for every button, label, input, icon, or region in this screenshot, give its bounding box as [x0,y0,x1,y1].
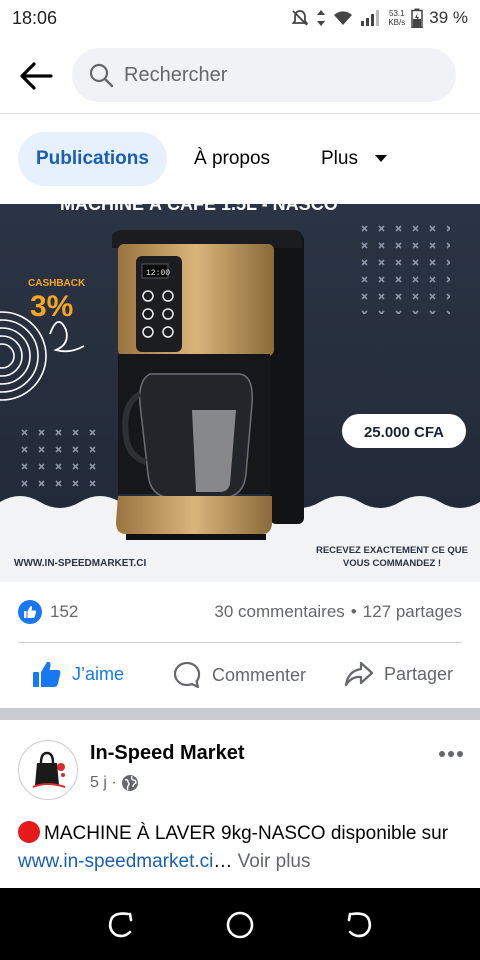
reaction-count[interactable]: 152 [18,600,78,624]
post-time[interactable]: 5 j · [90,774,117,792]
tab-label: À propos [194,148,271,169]
comment-bubble-icon [173,661,201,689]
post-ellipsis: … [213,851,233,872]
price-tag: 25.000 CFA [364,424,444,441]
post-image[interactable]: MACHINE À CAFÉ 1.5L - NASCO CASHBACK 3% … [0,204,480,582]
shopping-bag-logo [32,751,66,788]
data-transfer-icon [317,10,326,26]
feed-separator [0,708,480,720]
engagement-stats: 30 commentaires • 127 partages [214,602,462,622]
divider [18,642,462,643]
like-label: J’aime [72,663,125,684]
profile-tabs: Publications À propos Plus [0,114,480,204]
next-post: In-Speed Market 5 j · MACHINE À LAVER 9k… [0,720,480,888]
status-time: 18:06 [12,8,58,28]
recent-apps-icon[interactable] [104,908,138,942]
tab-more[interactable]: Plus [303,132,406,186]
battery-icon [411,8,423,28]
globe-icon [121,775,138,791]
search-box[interactable] [72,48,456,102]
post-author[interactable]: In-Speed Market [90,742,244,765]
tab-label: Plus [321,148,358,169]
comment-button[interactable]: Commenter [172,660,306,690]
post-body: MACHINE À LAVER 9kg-NASCO disponible sur [44,823,449,844]
ad-website: WWW.IN-SPEEDMARKET.CI [14,558,146,569]
ad-tagline-line2: VOUS COMMANDEZ ! [343,558,441,569]
share-button[interactable]: Partager [344,660,453,688]
separator-dot: • [350,602,357,621]
like-button[interactable]: J’aime [32,660,124,688]
ad-tagline-line1: RECEVEZ EXACTEMENT CE QUE [316,545,468,556]
thumbs-up-icon [33,661,61,687]
network-speed: 53.1 KB/s [388,9,405,27]
reaction-number: 152 [50,602,79,621]
reactions-bar: 152 30 commentaires • 127 partages [0,582,480,644]
status-icons: 53.1 KB/s 39 % [290,8,468,28]
see-more-link[interactable]: Voir plus [238,851,311,872]
back-button[interactable] [16,56,56,96]
status-bar: 18:06 53.1 KB/s 39 % [0,0,480,38]
tab-publications[interactable]: Publications [18,132,167,186]
post-text: MACHINE À LAVER 9kg-NASCO disponible sur… [18,820,468,876]
red-circle-emoji [18,821,40,843]
post-actions: J’aime Commenter Partager [0,646,480,708]
mute-bell-icon [292,10,309,26]
search-header [0,38,480,114]
speed-unit: KB/s [388,18,406,27]
tab-label: Publications [36,148,149,169]
caret-down-icon [374,155,387,162]
system-nav-bar [0,888,480,960]
share-label: Partager [384,663,454,684]
tab-about[interactable]: À propos [176,132,288,186]
home-icon[interactable] [223,908,257,942]
signal-icon [361,10,380,26]
like-reaction-icon [18,600,42,624]
more-options-button[interactable] [438,738,464,764]
coffee-machine-illustration: 12:00 [112,230,304,540]
back-nav-icon[interactable] [342,908,376,942]
back-arrow-icon [20,62,53,90]
more-dots-icon [439,751,463,757]
wifi-icon [334,11,353,25]
machine-display-time: 12:00 [146,269,170,278]
search-icon [89,63,114,88]
shares-count[interactable]: 127 partages [363,602,462,622]
comments-count[interactable]: 30 commentaires [214,602,344,622]
cashback-value: 3% [30,290,73,323]
page-avatar[interactable] [18,740,78,800]
coffee-machine-ad: MACHINE À CAFÉ 1.5L - NASCO CASHBACK 3% … [0,204,480,582]
post-link[interactable]: www.in-speedmarket.ci [18,851,213,872]
speed-value: 53.1 [389,9,405,18]
search-input[interactable] [124,63,424,87]
post-meta: 5 j · [90,774,139,792]
comment-label: Commenter [212,664,307,685]
cashback-label: CASHBACK [28,278,86,289]
ad-heading: MACHINE À CAFÉ 1.5L - NASCO [60,204,338,214]
battery-percent: 39 % [429,8,468,27]
share-arrow-icon [344,661,374,687]
